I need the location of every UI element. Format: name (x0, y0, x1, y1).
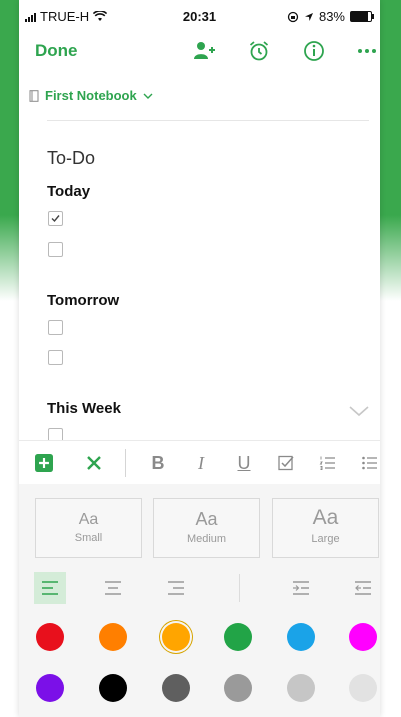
checkbox-tomorrow-1[interactable] (48, 320, 63, 335)
text-size-medium-button[interactable]: Aa Medium (153, 498, 260, 558)
info-icon[interactable] (300, 38, 328, 64)
close-icon[interactable] (82, 451, 106, 475)
notebook-selector[interactable]: First Notebook (29, 88, 153, 103)
color-swatch-red[interactable] (36, 623, 64, 651)
alignment-divider (239, 574, 240, 602)
add-person-icon[interactable] (190, 38, 218, 64)
underline-button[interactable]: U (232, 451, 256, 475)
align-right-icon[interactable] (160, 572, 192, 604)
italic-button[interactable]: I (189, 451, 213, 475)
add-icon[interactable] (32, 451, 56, 475)
background-left (0, 0, 19, 717)
reminder-icon[interactable] (245, 38, 273, 64)
text-size-label: Large (311, 533, 340, 545)
text-size-small-button[interactable]: Aa Small (35, 498, 142, 558)
collapse-keyboard-icon[interactable] (348, 404, 370, 418)
outdent-icon[interactable] (347, 572, 379, 604)
text-size-sample: Aa (78, 511, 99, 528)
align-center-icon[interactable] (97, 572, 129, 604)
text-size-label: Small (74, 532, 103, 544)
numbered-list-icon[interactable] (316, 451, 340, 475)
text-size-sample: Aa (195, 509, 218, 529)
note-title[interactable]: To-Do (47, 148, 95, 169)
format-toolbar: B I U (19, 440, 380, 486)
checkmark-icon (51, 215, 60, 223)
color-swatch-gray[interactable] (224, 674, 252, 702)
checkbox-today-1[interactable] (48, 211, 63, 226)
done-button[interactable]: Done (35, 41, 78, 61)
battery-icon (350, 11, 374, 22)
nav-bar: Done (19, 34, 380, 68)
checkbox-today-2[interactable] (48, 242, 63, 257)
text-size-large-button[interactable]: Aa Large (272, 498, 379, 558)
color-swatch-lightest-gray[interactable] (349, 674, 377, 702)
color-swatch-light-gray[interactable] (287, 674, 315, 702)
text-size-label: Medium (186, 533, 227, 545)
checkbox-icon[interactable] (274, 451, 298, 475)
color-swatch-magenta[interactable] (349, 623, 377, 651)
section-heading-tomorrow[interactable]: Tomorrow (47, 292, 119, 309)
notebook-icon (29, 89, 39, 102)
more-icon[interactable] (353, 38, 380, 64)
text-format-panel: Aa Small Aa Medium Aa Large (19, 484, 380, 717)
indent-icon[interactable] (285, 572, 317, 604)
color-swatch-green[interactable] (224, 623, 252, 651)
align-left-icon[interactable] (34, 572, 66, 604)
status-bar: TRUE-H 20:31 83% (19, 0, 380, 34)
background-right (380, 0, 401, 717)
status-right: 83% (287, 9, 374, 24)
color-swatch-orange[interactable] (99, 623, 127, 651)
notebook-name: First Notebook (45, 88, 137, 103)
bold-button[interactable]: B (146, 451, 170, 475)
color-swatch-blue[interactable] (287, 623, 315, 651)
battery-fill (351, 12, 368, 21)
bulleted-list-icon[interactable] (358, 451, 380, 475)
color-swatch-purple[interactable] (36, 674, 64, 702)
color-swatch-amber[interactable] (162, 623, 190, 651)
location-icon (304, 12, 313, 21)
color-swatch-black[interactable] (99, 674, 127, 702)
section-heading-this-week[interactable]: This Week (47, 400, 121, 417)
toolbar-divider (125, 449, 126, 477)
section-heading-today[interactable]: Today (47, 183, 90, 200)
checkbox-tomorrow-2[interactable] (48, 350, 63, 365)
divider (47, 120, 369, 121)
chevron-down-icon (143, 93, 153, 99)
text-size-sample: Aa (312, 506, 339, 529)
orientation-lock-icon (287, 11, 299, 22)
color-swatch-dark-gray[interactable] (162, 674, 190, 702)
battery-percent: 83% (318, 9, 345, 24)
phone-screen: TRUE-H 20:31 83% Done First Notebook To-… (19, 0, 380, 717)
